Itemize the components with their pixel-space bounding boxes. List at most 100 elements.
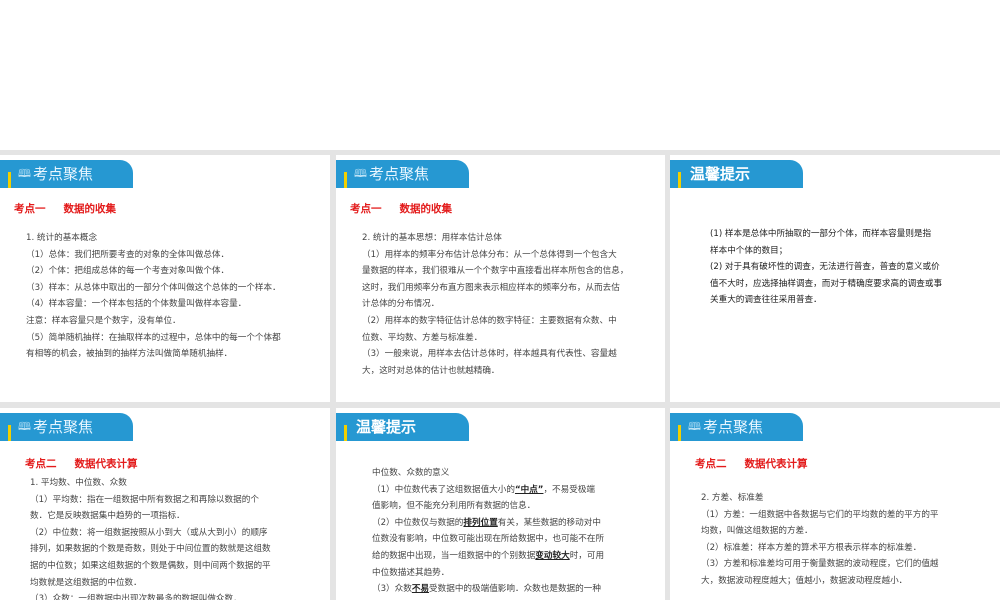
text-line: 注意：样本容量只是个数字，没有单位． xyxy=(26,313,281,330)
slide-thumbnail-4[interactable]: 🕮 考点聚焦考点二 数据代表计算 1. 平均数、中位数、众数 （1）平均数：指在一组数据… xyxy=(0,408,330,600)
section-heading-part: 考点二 xyxy=(25,458,57,470)
text-segment: 关重大的调查往往采用普查． xyxy=(710,295,822,306)
text-line: (2) 对于具有破坏性的调查，无法进行普查，普查的意义或价 xyxy=(710,259,942,276)
text-segment: 值不大时，应选择抽样调查，而对于精确度要求高的调查或事 xyxy=(710,278,943,289)
text-line: 关重大的调查往往采用普查． xyxy=(710,292,942,309)
slide-header-tab: 温馨提示 xyxy=(670,160,803,188)
text-segment: 1. 统计的基本概念 xyxy=(26,233,98,243)
text-line: （2）中位数：将一组数据按照从小到大（或从大到小）的顺序 xyxy=(30,525,271,542)
text-line: （5）简单随机抽样：在抽取样本的过程中，总体中的每一个个体都 xyxy=(26,330,281,347)
text-line: 中位数描述其趋势． xyxy=(372,565,604,582)
text-line: 据的中位数；如果这组数据的个数是偶数，则中间两个数据的平 xyxy=(30,558,271,575)
text-line: 均数，叫做这组数据的方差． xyxy=(701,523,939,540)
text-line: （1）中位数代表了这组数据值大小的“中点”，不易受极端 xyxy=(372,482,604,499)
text-line: （3）众数不易受数据中的极端值影响．众数也是数据的一种 xyxy=(372,581,604,598)
section-heading-part: 数据的收集 xyxy=(399,203,453,215)
text-segment: （1）中位数代表了这组数据值大小的 xyxy=(372,484,515,495)
accent-bar xyxy=(8,425,11,441)
section-heading-part: 数据代表计算 xyxy=(74,458,138,470)
text-segment: 注意：样本容量只是个数字，没有单位． xyxy=(26,315,181,326)
text-line: 1. 平均数、中位数、众数 xyxy=(30,475,271,492)
text-line: （3）方差和标准差均可用于衡量数据的波动程度，它们的值越 xyxy=(701,556,939,573)
emphasized-text: 排列位置 xyxy=(463,517,498,528)
section-heading: 考点一 数据的收集 xyxy=(14,201,116,216)
section-heading: 考点二 数据代表计算 xyxy=(695,456,808,471)
section-heading: 考点一 数据的收集 xyxy=(350,201,452,216)
accent-bar xyxy=(678,425,681,441)
text-segment: （2）标准差：样本方差的算术平方根表示样本的标准差． xyxy=(701,542,922,553)
accent-bar xyxy=(678,172,681,188)
slide-header-label: 考点聚焦 xyxy=(369,165,430,183)
text-line: 量数据的样本，我们很难从一个个数字中直接看出样本所包含的信息， xyxy=(362,263,628,280)
text-line: 值不大时，应选择抽样调查，而对于精确度要求高的调查或事 xyxy=(710,276,942,293)
text-line: 位数没有影响，中位数可能出现在所给数据中，也可能不在所 xyxy=(372,531,604,548)
text-segment: （3）样本：从总体中取出的一部分个体叫做这个总体的一个样本． xyxy=(26,282,281,293)
slide-body-text: 1. 统计的基本概念 （1）总体：我们把所要考查的对象的全体叫做总体． （2）个体：… xyxy=(26,230,281,363)
text-segment: 2. 统计的基本思想：用样本估计总体 xyxy=(362,233,502,243)
slide-body-text: (1) 样本是总体中所抽取的一部分个体，而样本容量则是指 样本中个体的数目； (2)… xyxy=(710,226,942,309)
text-line: 排列，如果数据的个数是奇数，则处于中间位置的数就是这组数 xyxy=(30,541,271,558)
text-segment: 有关，某些数据的移动对中 xyxy=(497,517,601,528)
text-segment: （2）用样本的数字特征估计总体的数字特征：主要数据有众数、中 xyxy=(362,315,617,326)
slide-thumbnail-3[interactable]: 温馨提示 (1) 样本是总体中所抽取的一部分个体，而样本容量则是指 样本中个体的数目… xyxy=(670,155,1000,402)
accent-bar xyxy=(8,172,11,188)
text-segment: （2）中位数仅与数据的 xyxy=(372,517,464,528)
text-line: （3）样本：从总体中取出的一部分个体叫做这个总体的一个样本． xyxy=(26,280,281,297)
slide-header-tab: 🕮 考点聚焦 xyxy=(0,160,133,188)
text-line: 均数就是这组数据的中位数． xyxy=(30,575,271,592)
text-segment: （2）个体：把组成总体的每一个考查对象叫做个体． xyxy=(26,266,230,277)
text-line: 数．它是反映数据集中趋势的一项指标． xyxy=(30,508,271,525)
text-segment: （3）方差和标准差均可用于衡量数据的波动程度，它们的值越 xyxy=(701,559,939,570)
text-segment: ，不易受极端 xyxy=(543,484,596,495)
text-segment: (2) 对于具有破坏性的调查，无法进行普查，普查的意义或价 xyxy=(710,262,940,273)
slide-thumbnail-6[interactable]: 🕮 考点聚焦 考点二 数据代表计算 2. 方差、标准差 （1）方差：一组数据中各数据与它们… xyxy=(670,408,1000,600)
slide-thumbnail-1[interactable]: 🕮 考点聚焦考点一 数据的收集 1. 统计的基本概念 （1）总体：我们把所要考查的对象的… xyxy=(0,155,330,402)
text-segment: 位数、平均数、方差与标准差． xyxy=(362,332,483,343)
accent-bar xyxy=(344,172,347,188)
text-line: （1）用样本的频率分布估计总体分布：从一个总体得到一个包含大 xyxy=(362,247,628,264)
slide-body-text: 1. 平均数、中位数、众数 （1）平均数：指在一组数据中所有数据之和再除以数据的个… xyxy=(30,475,271,600)
slide-thumbnail-2[interactable]: 🕮 考点聚焦 考点一 数据的收集 2. 统计的基本思想：用样本估计总体 （1）用样本的频率… xyxy=(336,155,665,402)
text-line: （2）用样本的数字特征估计总体的数字特征：主要数据有众数、中 xyxy=(362,313,628,330)
text-segment: 1. 平均数、中位数、众数 xyxy=(30,478,127,488)
text-line: 给的数据中出现，当一组数据中的个别数据变动较大时，可用 xyxy=(372,548,604,565)
text-segment: 2. 方差、标准差 xyxy=(701,493,764,503)
text-line: 大，数据波动程度越大；值越小，数据波动程度越小． xyxy=(701,573,939,590)
text-segment: （5）简单随机抽样：在抽取样本的过程中，总体中的每一个个体都 xyxy=(26,332,281,343)
text-segment: 计总体的分布情况． xyxy=(362,299,440,310)
section-heading-part: 考点一 xyxy=(14,203,46,215)
text-segment: 均数，叫做这组数据的方差． xyxy=(701,526,813,537)
slide-header-label: 考点聚焦 xyxy=(33,165,94,183)
slide-thumbnail-5[interactable]: 温馨提示中位数、众数的意义 （1）中位数代表了这组数据值大小的“中点”，不易受极端… xyxy=(336,408,665,600)
accent-bar xyxy=(344,425,347,441)
text-segment: 大，这时对总体的估计也就越精确． xyxy=(362,365,500,376)
slide-header-tab: 🕮 考点聚焦 xyxy=(0,413,133,441)
text-line: 计总体的分布情况． xyxy=(362,296,628,313)
text-line: 2. 方差、标准差 xyxy=(701,490,939,507)
text-line: （2）中位数仅与数据的排列位置有关，某些数据的移动对中 xyxy=(372,515,604,532)
text-line: （1）方差：一组数据中各数据与它们的平均数的差的平方的平 xyxy=(701,507,939,524)
text-line: 值影响，但不能充分利用所有数据的信息． xyxy=(372,498,604,515)
text-segment: 时，可用 xyxy=(569,550,605,561)
text-segment: （1）平均数：指在一组数据中所有数据之和再除以数据的个 xyxy=(30,494,259,505)
slide-header-label: 温馨提示 xyxy=(356,418,417,436)
slide-header-label: 温馨提示 xyxy=(690,165,751,183)
text-segment: 样本中个体的数目； xyxy=(710,245,788,256)
text-line: （2）个体：把组成总体的每一个考查对象叫做个体． xyxy=(26,263,281,280)
section-heading-part: 数据的收集 xyxy=(63,203,117,215)
text-line: （4）样本容量：一个样本包括的个体数量叫做样本容量． xyxy=(26,296,281,313)
text-line: （1）总体：我们把所要考查的对象的全体叫做总体． xyxy=(26,247,281,264)
text-segment: 量数据的样本，我们很难从一个个数字中直接看出样本所包含的信息， xyxy=(362,266,629,277)
slide-body-text: 2. 统计的基本思想：用样本估计总体 （1）用样本的频率分布估计总体分布：从一个总… xyxy=(362,230,628,379)
section-heading: 考点二 数据代表计算 xyxy=(25,456,138,471)
text-segment: 中位数、众数的意义 xyxy=(372,468,450,478)
text-line: 2. 统计的基本思想：用样本估计总体 xyxy=(362,230,628,247)
emphasized-text: “中点” xyxy=(514,484,544,495)
section-heading-part: 数据代表计算 xyxy=(744,458,808,470)
text-segment: 给的数据中出现，当一组数据中的个别数据 xyxy=(372,550,536,561)
text-line: （1）平均数：指在一组数据中所有数据之和再除以数据的个 xyxy=(30,492,271,509)
text-segment: 有相等的机会，被抽到的抽样方法叫做简单随机抽样． xyxy=(26,349,233,360)
text-segment: (1) 样本是总体中所抽取的一部分个体，而样本容量则是指 xyxy=(710,229,932,239)
emphasized-text: 变动较大 xyxy=(535,550,570,561)
text-segment: （1）总体：我们把所要考查的对象的全体叫做总体． xyxy=(26,249,230,260)
